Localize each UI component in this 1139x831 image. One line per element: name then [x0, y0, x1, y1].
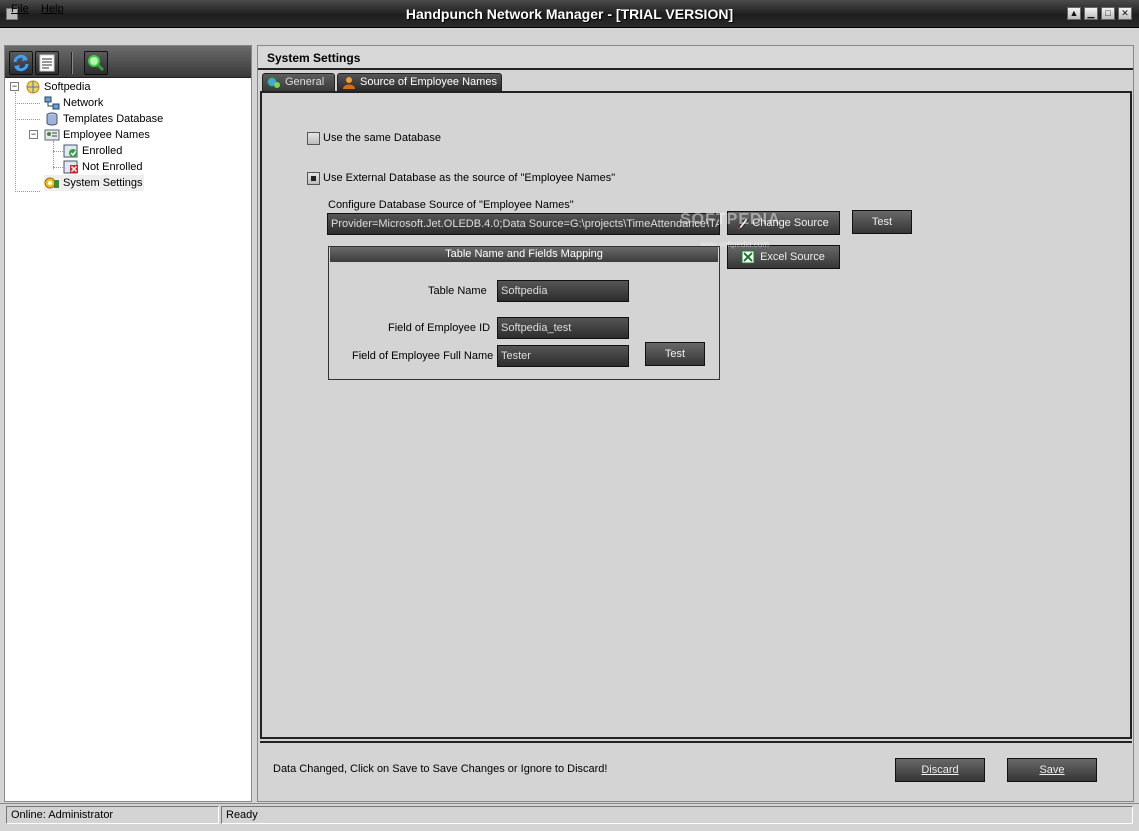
tree-connector	[15, 103, 40, 104]
gears-icon	[267, 77, 280, 88]
tree-connector	[53, 167, 63, 168]
tree-item-network[interactable]: Network	[44, 95, 103, 111]
refresh-icon	[13, 54, 29, 72]
tree-connector	[53, 141, 54, 169]
table-name-input[interactable]: Softpedia	[497, 280, 629, 302]
employee-id-input[interactable]: Softpedia_test	[497, 317, 629, 339]
employee-full-name-input[interactable]: Tester	[497, 345, 629, 367]
employee-full-name-label: Field of Employee Full Name	[352, 350, 494, 362]
minimize-button[interactable]: ▁	[1084, 7, 1098, 20]
settings-icon	[44, 177, 59, 189]
menu-help[interactable]: Help	[41, 2, 64, 16]
watermark-brand: SOFTPEDIA	[680, 211, 781, 228]
toolbar-separator	[71, 52, 73, 74]
discard-button[interactable]: Discard	[895, 758, 985, 782]
use-same-database-checkbox[interactable]	[307, 132, 320, 145]
rollup-button[interactable]: ▲	[1067, 7, 1081, 20]
database-icon	[46, 112, 58, 126]
status-state: Ready	[221, 806, 1133, 824]
tree-item-not-enrolled[interactable]: Not Enrolled	[63, 159, 143, 175]
list-view-button[interactable]	[35, 51, 59, 75]
menu-bar	[0, 28, 1139, 45]
tree-item-employee-names[interactable]: Employee Names	[44, 127, 150, 143]
table-name-label: Table Name	[428, 285, 487, 297]
configure-source-label: Configure Database Source of "Employee N…	[328, 199, 574, 211]
use-external-database-checkbox[interactable]	[307, 172, 320, 185]
mapping-header: Table Name and Fields Mapping	[330, 247, 718, 262]
tab-content	[260, 91, 1132, 739]
use-external-database-label[interactable]: Use External Database as the source of "…	[323, 171, 615, 185]
menu-file[interactable]: File	[11, 2, 29, 16]
globe-icon	[26, 80, 40, 94]
expand-toggle[interactable]: −	[29, 130, 38, 139]
page-title: System Settings	[267, 51, 361, 65]
status-user: Online: Administrator	[6, 806, 219, 824]
not-enrolled-icon	[63, 160, 78, 174]
use-same-database-label[interactable]: Use the same Database	[323, 131, 441, 145]
network-icon	[44, 96, 60, 110]
tree-connector	[15, 92, 16, 192]
person-icon	[343, 77, 355, 89]
search-button[interactable]	[84, 51, 108, 75]
window-title: Handpunch Network Manager - [TRIAL VERSI…	[405, 6, 734, 22]
status-message: Data Changed, Click on Save to Save Chan…	[273, 763, 608, 775]
tree-item-softpedia[interactable]: Softpedia	[25, 79, 90, 95]
close-button[interactable]: ✕	[1118, 7, 1132, 20]
tree-item-templates-database[interactable]: Templates Database	[44, 111, 163, 127]
save-button[interactable]: Save	[1007, 758, 1097, 782]
employee-id-label: Field of Employee ID	[388, 322, 491, 334]
tree-item-system-settings[interactable]: System Settings	[44, 175, 145, 191]
employees-icon	[44, 129, 60, 141]
maximize-button[interactable]: □	[1101, 7, 1115, 20]
list-icon	[39, 54, 55, 72]
tree-item-enrolled[interactable]: Enrolled	[63, 143, 122, 159]
tree-connector	[15, 191, 40, 192]
test-mapping-button[interactable]: Test	[645, 342, 705, 366]
tab-source-of-employee-names[interactable]: Source of Employee Names	[337, 73, 502, 91]
connection-string-field[interactable]: Provider=Microsoft.Jet.OLEDB.4.0;Data So…	[327, 213, 720, 235]
checkbox-check-mark	[311, 176, 316, 181]
settings-header	[258, 46, 1133, 70]
enrolled-icon	[63, 144, 78, 158]
tree-connector	[15, 119, 40, 120]
excel-icon	[741, 250, 755, 264]
refresh-button[interactable]	[9, 51, 33, 75]
search-icon	[88, 55, 105, 72]
tab-general[interactable]: General	[262, 73, 335, 91]
tree-connector	[53, 151, 63, 152]
test-connection-button[interactable]: Test	[852, 210, 912, 234]
expand-toggle[interactable]: −	[10, 82, 19, 91]
